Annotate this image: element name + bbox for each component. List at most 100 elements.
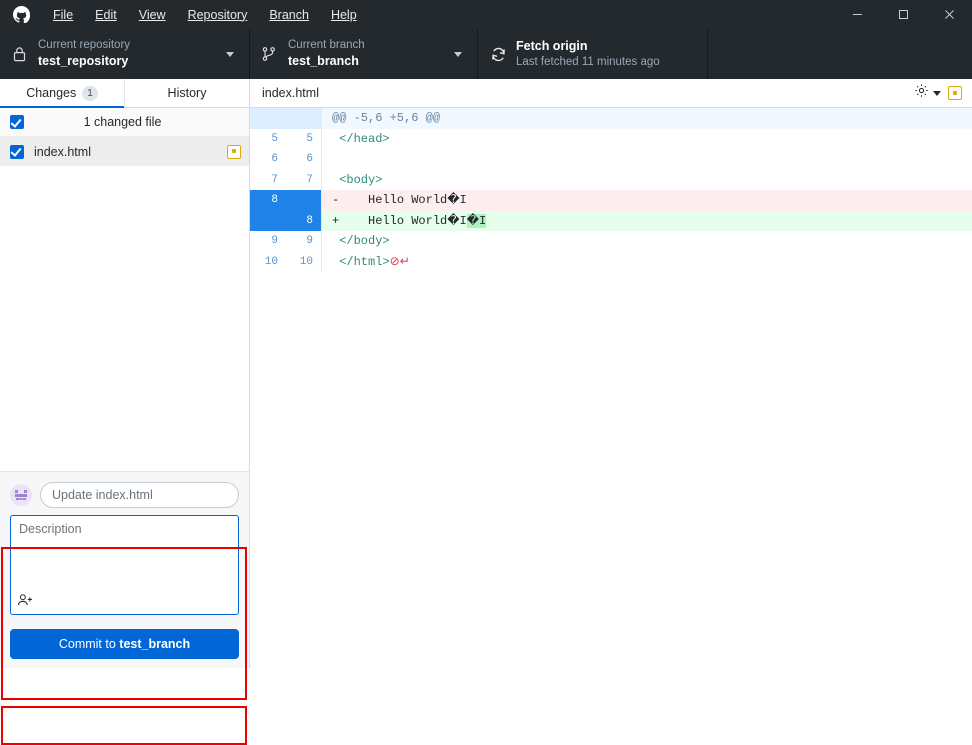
fetch-subtitle: Last fetched 11 minutes ago [516, 55, 660, 68]
commit-button[interactable]: Commit to test_branch [10, 629, 239, 659]
diff-line-context[interactable]: 7 7 <body> [250, 169, 972, 191]
menu-label-repository: Repository [187, 7, 248, 22]
fetch-origin-button[interactable]: Fetch origin Last fetched 11 minutes ago [478, 29, 708, 79]
diff-gutter-new [286, 108, 322, 129]
diff-content: @@ -5,6 +5,6 @@ 5 5 </head> 6 6 7 7 <bod… [250, 108, 972, 668]
menu-item-edit[interactable]: Edit [84, 4, 128, 26]
commit-summary-input[interactable] [40, 482, 239, 508]
diff-line-text: <body> [322, 170, 972, 191]
menu-item-view[interactable]: View [128, 4, 177, 26]
tab-changes-label: Changes [26, 86, 77, 100]
diff-code: Hello World�I [339, 193, 467, 207]
maximize-icon[interactable] [880, 0, 926, 29]
repository-name: test_repository [38, 54, 129, 69]
diff-line-text: @@ -5,6 +5,6 @@ [332, 111, 441, 125]
diff-gutter-old [250, 108, 286, 129]
diff-header: index.html [250, 79, 972, 108]
diff-line-text: - Hello World�I [322, 190, 972, 211]
annotation-box-commit-button [1, 706, 247, 745]
window-controls [834, 0, 972, 29]
no-newline-icon: ⊘ [389, 254, 400, 269]
diff-gutter-new: 9 [286, 231, 322, 252]
diff-actions [914, 83, 962, 103]
chevron-down-icon [223, 51, 237, 57]
menu-item-repository[interactable]: Repository [177, 4, 259, 26]
chevron-down-icon [933, 90, 941, 96]
menu-bar: File Edit View Repository Branch Help [42, 4, 368, 26]
menu-item-file[interactable]: File [42, 4, 84, 26]
minimize-icon[interactable] [834, 0, 880, 29]
diff-gutter-new: 7 [286, 169, 322, 190]
title-bar: File Edit View Repository Branch Help [0, 0, 972, 29]
current-branch-button[interactable]: Current branch test_branch [250, 29, 478, 79]
diff-line-text: </head> [322, 129, 972, 150]
commit-description-input[interactable] [11, 516, 238, 592]
branch-name: test_branch [288, 54, 359, 69]
menu-label-view: View [138, 7, 166, 22]
git-branch-icon [262, 46, 288, 62]
menu-label-file: File [53, 7, 74, 22]
modified-badge [227, 144, 241, 159]
repository-text: Current repository test_repository [38, 38, 223, 69]
gear-icon [914, 83, 929, 103]
diff-code-base: Hello World�I [339, 213, 467, 228]
diff-line-text: </html>⊘↵ [322, 252, 972, 273]
diff-file-name: index.html [262, 86, 319, 100]
changed-files-header: 1 changed file [0, 108, 249, 137]
diff-gutter-old: 5 [250, 128, 286, 149]
fetch-text: Fetch origin Last fetched 11 minutes ago [516, 38, 695, 69]
avatar [10, 484, 32, 506]
menu-label-help: Help [330, 7, 357, 22]
branch-caption: Current branch [288, 39, 365, 52]
sync-icon [490, 46, 516, 63]
diff-code: </body> [339, 234, 390, 248]
diff-line-text: </body> [322, 231, 972, 252]
file-include-checkbox[interactable] [10, 144, 24, 159]
diff-code: </head> [339, 131, 390, 146]
tab-history-label: History [167, 86, 207, 100]
diff-pane: index.html @@ -5,6 +5,6 @@ 5 5 </head> 6… [250, 79, 972, 668]
diff-gutter-old: 10 [250, 251, 286, 272]
select-all-checkbox[interactable] [10, 115, 24, 129]
menu-item-help[interactable]: Help [320, 4, 368, 26]
diff-line-deletion[interactable]: 8 - Hello World�I [250, 190, 972, 211]
tab-changes[interactable]: Changes 1 [0, 79, 125, 108]
commit-form [0, 471, 249, 623]
diff-gutter-new: 5 [286, 128, 322, 149]
changed-files-summary: 1 changed file [83, 115, 162, 129]
diff-code: <body> [339, 172, 383, 187]
commit-button-prefix: Commit to [58, 637, 120, 651]
person-add-icon[interactable] [17, 592, 34, 613]
commit-button-branch: test_branch [119, 637, 191, 651]
commit-description-wrapper [10, 515, 239, 615]
diff-line-context[interactable]: 10 10 </html>⊘↵ [250, 251, 972, 273]
fetch-title: Fetch origin [516, 39, 588, 54]
list-item[interactable]: index.html [0, 137, 249, 166]
diff-gutter-new [286, 190, 322, 211]
repository-caption: Current repository [38, 39, 131, 52]
close-icon[interactable] [926, 0, 972, 29]
diff-line-addition[interactable]: 8 + Hello World�I�I [250, 210, 972, 231]
main-content: Changes 1 History 1 changed file index.h… [0, 79, 972, 745]
menu-label-branch: Branch [269, 7, 309, 22]
github-desktop-window: File Edit View Repository Branch Help Cu… [0, 0, 972, 745]
diff-gutter-old: 7 [250, 169, 286, 190]
diff-line-context[interactable]: 6 6 [250, 149, 972, 170]
diff-line-context[interactable]: 5 5 </head> [250, 128, 972, 150]
diff-gutter-new: 10 [286, 251, 322, 272]
menu-item-branch[interactable]: Branch [258, 4, 320, 26]
tab-history[interactable]: History [125, 79, 249, 107]
tab-changes-count: 1 [82, 85, 98, 101]
chevron-down-icon [451, 51, 465, 57]
diff-gutter-old [250, 210, 286, 231]
diff-line-context[interactable]: 9 9 </body> [250, 231, 972, 252]
current-repository-button[interactable]: Current repository test_repository [0, 29, 250, 79]
diff-gutter-old: 9 [250, 231, 286, 252]
diff-code: </html> [339, 254, 390, 269]
branch-text: Current branch test_branch [288, 38, 451, 69]
github-logo-icon [0, 6, 42, 23]
diff-gutter-new: 6 [286, 149, 322, 170]
diff-marker [332, 152, 339, 166]
diff-code-highlight: �I [466, 213, 487, 228]
diff-settings-button[interactable] [914, 83, 941, 103]
